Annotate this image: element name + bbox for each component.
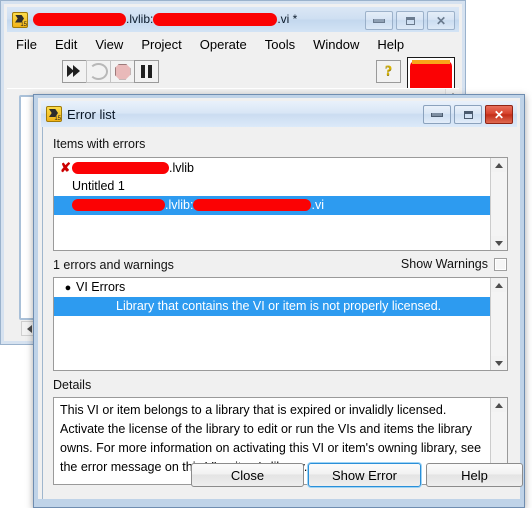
list-item[interactable]: ● VI Errors: [54, 278, 491, 297]
main-menu-bar: File Edit View Project Operate Tools Win…: [7, 32, 459, 57]
items-list-rows: ✘ .lvlib Untitled 1 .lvlib: .vi: [54, 158, 491, 250]
list-item-label-2: .vi: [311, 198, 324, 212]
abort-execution-button[interactable]: [110, 60, 135, 83]
errors-count-label: 1 errors and warnings: [53, 258, 174, 272]
pause-button[interactable]: [134, 60, 159, 83]
show-warnings-label: Show Warnings: [400, 257, 488, 271]
scroll-up-button[interactable]: [491, 398, 506, 412]
main-window-title-part1: .lvlib:: [126, 12, 154, 27]
menu-item-operate[interactable]: Operate: [191, 35, 256, 54]
details-label: Details: [53, 378, 92, 392]
scroll-down-button[interactable]: [491, 356, 506, 370]
list-item[interactable]: Library that contains the VI or item is …: [54, 297, 491, 316]
scroll-down-button[interactable]: [491, 236, 506, 250]
run-arrow-icon: [67, 65, 82, 78]
main-window-controls: ✕: [365, 11, 455, 30]
maximize-icon: [463, 110, 473, 119]
errors-list-scrollbar[interactable]: [490, 278, 507, 370]
chevron-up-icon: [494, 282, 503, 288]
question-mark-icon: ?: [384, 63, 393, 79]
list-item[interactable]: Untitled 1: [54, 177, 491, 196]
bullet-icon: ●: [64, 282, 72, 294]
run-continuously-button[interactable]: [86, 60, 111, 83]
toolbar-button-group: [62, 60, 159, 83]
show-error-button[interactable]: Show Error: [308, 463, 421, 487]
close-button[interactable]: ✕: [485, 105, 513, 124]
menu-item-project[interactable]: Project: [132, 35, 190, 54]
minimize-button[interactable]: [423, 105, 451, 124]
main-window-title: .lvlib: .vi *: [33, 12, 297, 26]
dialog-bottom-edge: [38, 499, 520, 503]
show-warnings-control[interactable]: Show Warnings: [401, 257, 507, 271]
chevron-down-icon: [494, 240, 503, 246]
list-item-label: Untitled 1: [72, 179, 125, 193]
redacted-strip: [412, 60, 450, 64]
close-icon: ✕: [493, 107, 505, 122]
items-list-scrollbar[interactable]: [490, 158, 507, 250]
error-x-icon: ✘: [60, 160, 71, 175]
close-icon: ✕: [435, 13, 447, 28]
menu-item-tools[interactable]: Tools: [256, 35, 304, 54]
chevron-up-icon: [494, 402, 503, 408]
minimize-icon: [431, 112, 443, 117]
close-button[interactable]: ✕: [427, 11, 455, 30]
screen: .lvlib: .vi * ✕ File Edit View Project Op…: [0, 0, 532, 508]
list-item-label: VI Errors: [76, 280, 126, 294]
menu-item-help[interactable]: Help: [368, 35, 413, 54]
main-window-title-part2: .vi *: [277, 12, 298, 27]
chevron-left-icon: [26, 324, 32, 333]
show-warnings-checkbox[interactable]: [494, 257, 507, 271]
list-item-label: .lvlib: [169, 161, 195, 175]
chevron-down-icon: [494, 360, 503, 366]
dialog-frame: Error list ✕ Items with errors ✘ .lvlib U…: [34, 95, 524, 507]
context-help-button[interactable]: ?: [376, 60, 401, 83]
maximize-icon: [405, 16, 415, 25]
dialog-title: Error list: [67, 106, 116, 122]
list-item-label: .lvlib:: [165, 198, 194, 212]
errors-list-rows: ● VI Errors Library that contains the VI …: [54, 278, 491, 370]
run-button[interactable]: [62, 60, 87, 83]
menu-item-window[interactable]: Window: [304, 35, 368, 54]
scroll-up-button[interactable]: [491, 158, 506, 172]
redacted-text: [33, 12, 126, 26]
abort-execution-icon: [114, 63, 131, 80]
run-continuously-icon: [89, 63, 108, 80]
redacted-text: [153, 12, 278, 26]
dialog-titlebar[interactable]: Error list ✕: [41, 101, 517, 127]
pause-icon: [140, 65, 153, 78]
menu-item-view[interactable]: View: [86, 35, 132, 54]
minimize-button[interactable]: [365, 11, 393, 30]
redacted-text: [72, 161, 169, 174]
items-with-errors-listbox[interactable]: ✘ .lvlib Untitled 1 .lvlib: .vi: [53, 157, 508, 251]
labview-icon: [46, 106, 62, 122]
redacted-text: [72, 198, 165, 211]
minimize-icon: [373, 18, 385, 23]
scroll-up-button[interactable]: [491, 278, 506, 292]
dialog-window-controls: ✕: [423, 105, 513, 124]
chevron-up-icon: [494, 162, 503, 168]
close-button[interactable]: Close: [191, 463, 304, 487]
menu-item-file[interactable]: File: [7, 35, 46, 54]
labview-icon: [12, 11, 28, 28]
menu-item-edit[interactable]: Edit: [46, 35, 86, 54]
list-item-label: Library that contains the VI or item is …: [116, 299, 442, 313]
maximize-button[interactable]: [396, 11, 424, 30]
help-button[interactable]: Help: [426, 463, 523, 487]
maximize-button[interactable]: [454, 105, 482, 124]
dialog-button-row: Close Show Error Help: [43, 463, 523, 489]
main-toolbar: ?: [7, 56, 459, 101]
errors-listbox[interactable]: ● VI Errors Library that contains the VI …: [53, 277, 508, 371]
redacted-text: [193, 198, 312, 211]
main-window-titlebar[interactable]: .lvlib: .vi * ✕: [7, 7, 459, 32]
list-item[interactable]: .lvlib: .vi: [54, 196, 491, 215]
error-list-dialog: Error list ✕ Items with errors ✘ .lvlib U…: [33, 94, 525, 508]
dialog-body: Items with errors ✘ .lvlib Untitled 1 .lv…: [42, 127, 523, 499]
items-with-errors-label: Items with errors: [53, 137, 146, 151]
list-item[interactable]: ✘ .lvlib: [54, 158, 491, 177]
